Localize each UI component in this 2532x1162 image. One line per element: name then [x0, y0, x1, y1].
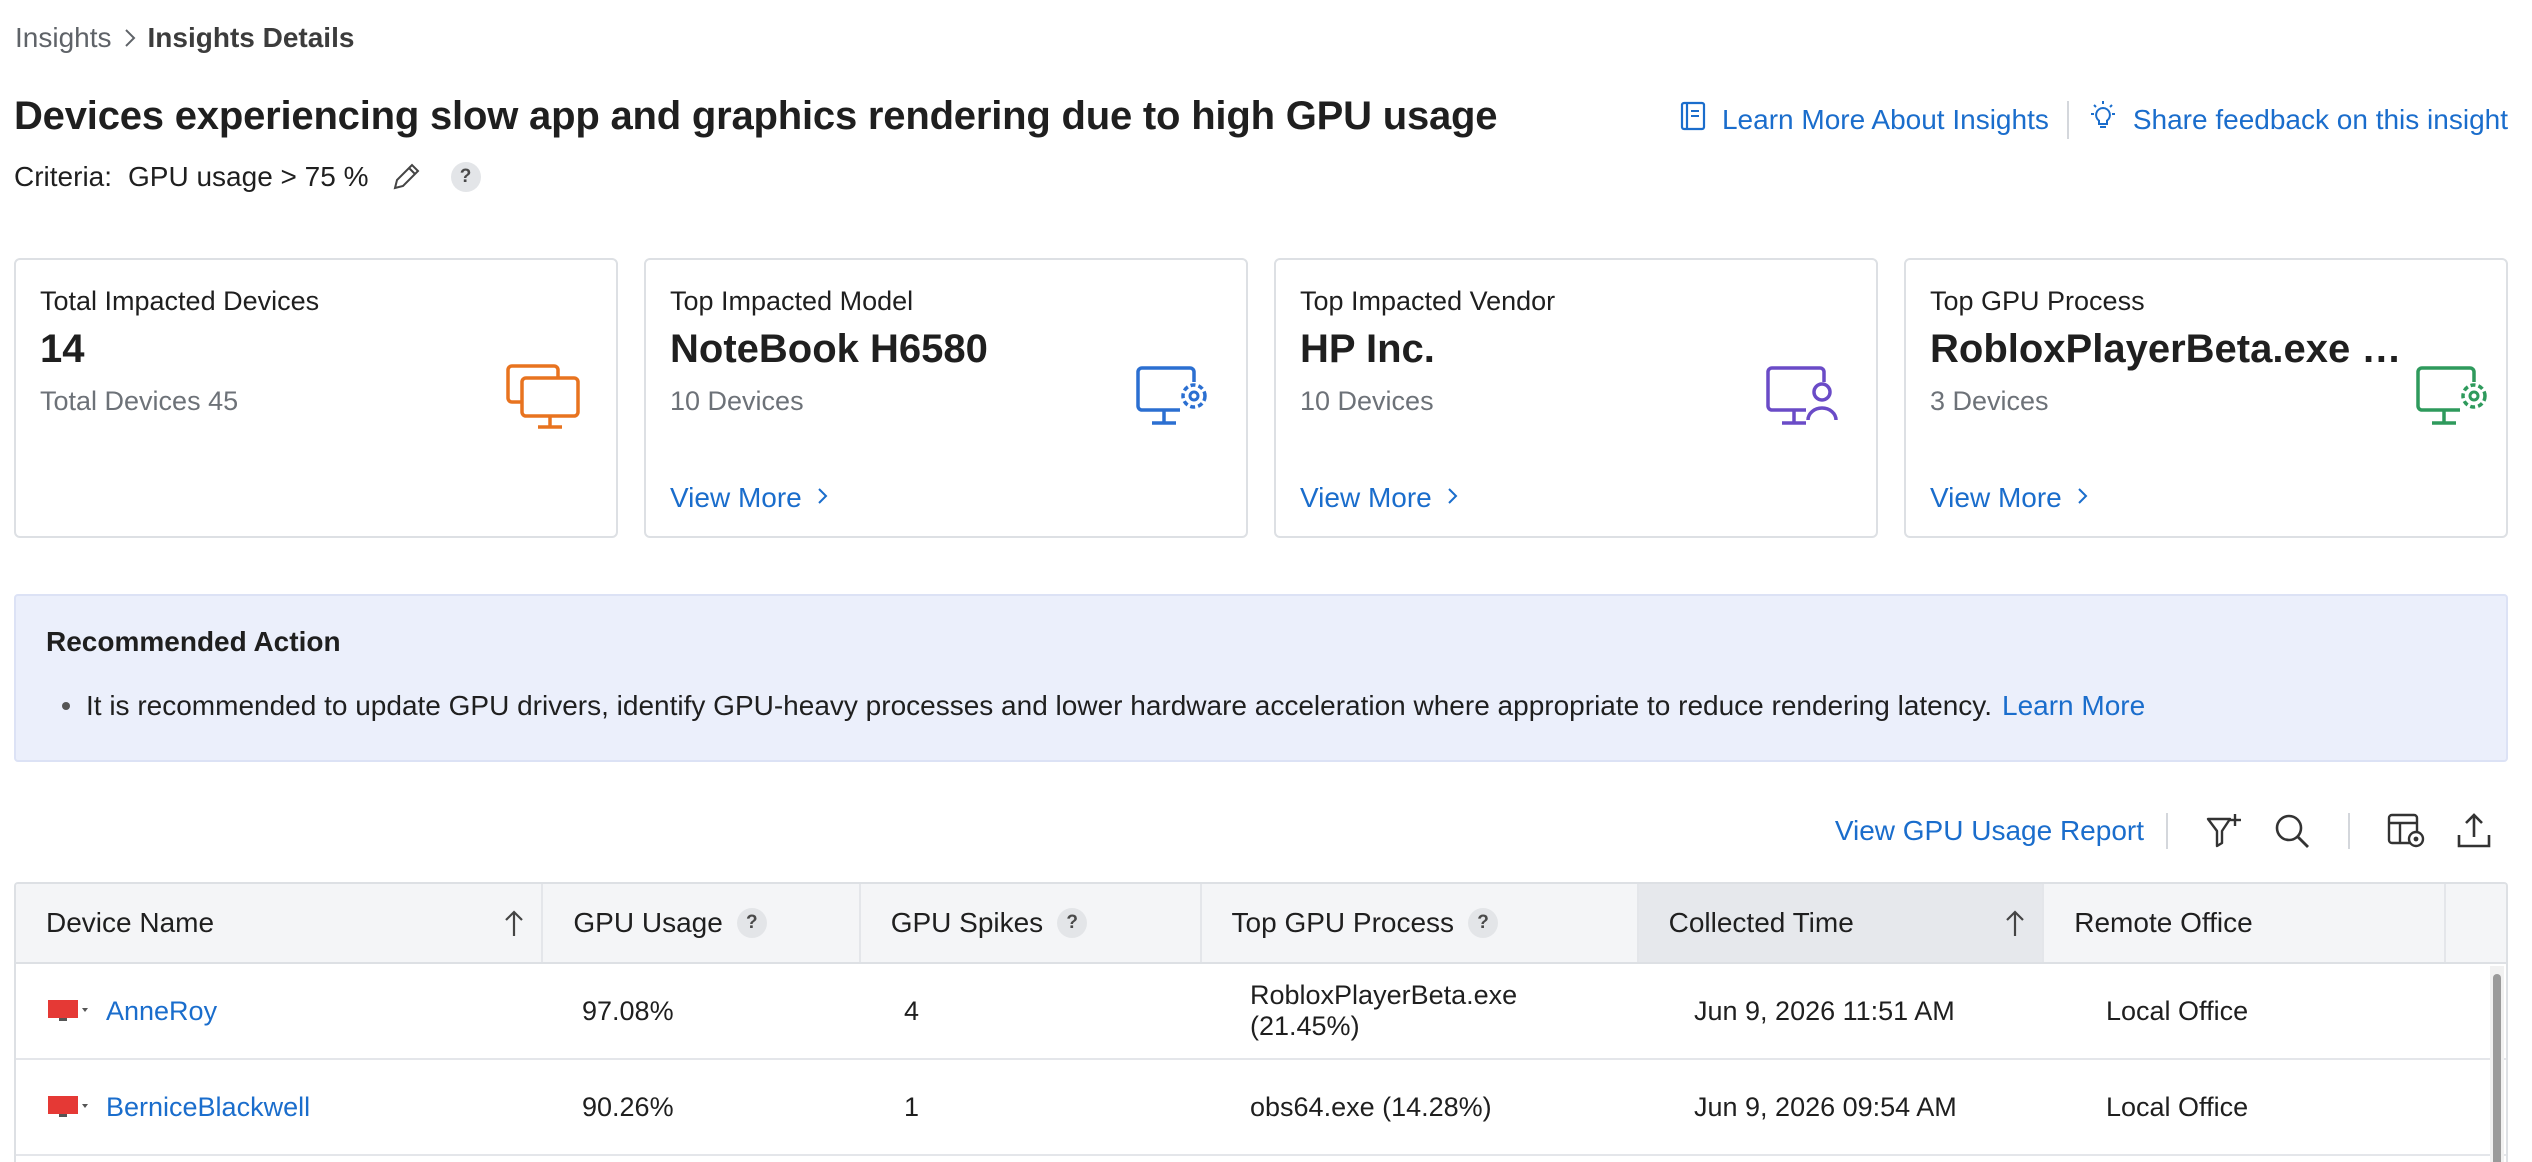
learn-more-insights-link[interactable]: Learn More About Insights — [1678, 100, 2049, 139]
cell-gpu-usage: 97.08% — [582, 995, 674, 1026]
card-top-gpu-process: Top GPU Process RobloxPlayerBeta.exe 25.… — [1904, 258, 2508, 538]
cell-gpu-spikes: 1 — [904, 1091, 920, 1122]
criteria-value: GPU usage > 75 % — [128, 161, 369, 192]
device-name-link[interactable]: BerniceBlackwell — [106, 1092, 310, 1123]
header-links: Learn More About Insights Share feedback… — [1678, 100, 2508, 139]
view-more-label: View More — [1930, 482, 2062, 513]
monitor-gear-icon — [2416, 362, 2492, 437]
recommended-action-panel: Recommended Action It is recommended to … — [14, 594, 2508, 762]
help-icon[interactable]: ? — [450, 162, 481, 192]
column-header-gpu-usage[interactable]: GPU Usage ? — [543, 884, 861, 962]
divider — [2066, 100, 2069, 139]
cell-remote-office: Local Office — [2106, 1091, 2249, 1122]
device-name-link[interactable]: AnneRoy — [106, 996, 217, 1027]
column-label: GPU Spikes — [890, 907, 1044, 938]
breadcrumb: Insights Insights Details — [15, 18, 354, 58]
table-row[interactable]: BerniceBlackwell 90.26% 1 obs64.exe (14.… — [16, 1060, 2506, 1156]
view-more-vendor-link[interactable]: View More — [1300, 482, 1460, 514]
view-more-label: View More — [1300, 482, 1432, 513]
computer-status-icon[interactable] — [46, 998, 90, 1024]
column-header-spacer — [2446, 884, 2506, 962]
devices-table: Device Name GPU Usage ? GPU Spikes ? Top… — [14, 882, 2508, 1162]
pencil-icon[interactable] — [389, 160, 423, 194]
criteria: Criteria: GPU usage > 75 % ? — [14, 160, 481, 194]
chevron-right-icon — [1446, 482, 1460, 514]
cell-collected-time: Jun 9, 2026 09:54 AM — [1694, 1091, 1957, 1122]
chevron-right-icon — [816, 482, 830, 514]
bullet — [62, 702, 70, 710]
breadcrumb-insights-link[interactable]: Insights — [15, 22, 112, 54]
learn-more-insights-label: Learn More About Insights — [1721, 103, 2049, 135]
book-icon — [1678, 100, 1708, 139]
card-value: HP Inc. — [1300, 327, 1435, 371]
recommended-action-title: Recommended Action — [46, 626, 341, 657]
column-label: GPU Usage — [573, 907, 723, 938]
card-label: Top Impacted Model — [670, 286, 914, 316]
monitor-gear-icon — [1136, 362, 1212, 437]
computer-status-icon[interactable] — [46, 1094, 90, 1120]
view-more-model-link[interactable]: View More — [670, 482, 830, 514]
cell-remote-office: Local Office — [2106, 995, 2249, 1026]
cell-collected-time: Jun 9, 2026 11:51 AM — [1694, 995, 1955, 1026]
export-icon[interactable] — [2452, 809, 2496, 853]
monitor-user-icon — [1766, 362, 1842, 437]
column-label: Remote Office — [2074, 907, 2253, 938]
chevron-right-icon — [2076, 482, 2090, 514]
table-header: Device Name GPU Usage ? GPU Spikes ? Top… — [16, 884, 2506, 964]
card-value: RobloxPlayerBeta.exe 25.08% — [1930, 327, 2420, 371]
card-top-impacted-model: Top Impacted Model NoteBook H6580 10 Dev… — [644, 258, 1248, 538]
add-filter-icon[interactable] — [2202, 809, 2246, 853]
card-total-impacted-devices: Total Impacted Devices 14 Total Devices … — [14, 258, 618, 538]
share-feedback-link[interactable]: Share feedback on this insight — [2087, 100, 2508, 139]
column-settings-icon[interactable] — [2384, 809, 2428, 853]
card-sub: 3 Devices — [1930, 386, 2049, 416]
chevron-right-icon — [122, 27, 138, 49]
view-more-process-link[interactable]: View More — [1930, 482, 2090, 514]
scrollbar-thumb[interactable] — [2493, 974, 2501, 1162]
page-title: Devices experiencing slow app and graphi… — [14, 94, 1498, 138]
help-icon[interactable]: ? — [1468, 908, 1499, 938]
table-scrollbar[interactable] — [2490, 966, 2504, 1162]
view-more-label: View More — [670, 482, 802, 513]
card-value: NoteBook H6580 — [670, 327, 988, 371]
cell-gpu-spikes: 4 — [904, 995, 920, 1026]
column-label: Device Name — [46, 907, 215, 938]
help-icon[interactable]: ? — [1057, 908, 1088, 938]
cell-gpu-usage: 90.26% — [582, 1091, 674, 1122]
share-feedback-label: Share feedback on this insight — [2132, 103, 2508, 135]
card-label: Top GPU Process — [1930, 286, 2145, 316]
monitors-icon — [506, 362, 582, 437]
lightbulb-icon — [2087, 100, 2119, 139]
divider — [2166, 813, 2168, 849]
column-header-top-gpu-process[interactable]: Top GPU Process ? — [1202, 884, 1639, 962]
view-gpu-usage-report-link[interactable]: View GPU Usage Report — [1835, 815, 2144, 847]
sort-arrow-up-icon[interactable] — [501, 908, 527, 938]
column-header-remote-office[interactable]: Remote Office — [2044, 884, 2446, 962]
cell-top-gpu-process: obs64.exe (14.28%) — [1250, 1091, 1492, 1122]
cell-top-gpu-process: RobloxPlayerBeta.exe (21.45%) — [1250, 980, 1518, 1041]
cell-device-name: BerniceBlackwell — [16, 1060, 552, 1154]
recommendation-text: It is recommended to update GPU drivers,… — [86, 690, 1993, 721]
column-header-device-name[interactable]: Device Name — [16, 884, 544, 962]
column-label: Top GPU Process — [1231, 907, 1455, 938]
card-top-impacted-vendor: Top Impacted Vendor HP Inc. 10 Devices V… — [1274, 258, 1878, 538]
table-row[interactable]: AnneRoy 97.08% 4 RobloxPlayerBeta.exe (2… — [16, 964, 2506, 1060]
card-label: Top Impacted Vendor — [1300, 286, 1556, 316]
recommendation-item: It is recommended to update GPU drivers,… — [46, 690, 2476, 722]
column-header-collected-time[interactable]: Collected Time — [1638, 884, 2045, 962]
sort-arrow-up-icon[interactable] — [2002, 908, 2028, 938]
help-icon[interactable]: ? — [736, 908, 767, 938]
criteria-label: Criteria: — [14, 161, 113, 192]
column-header-gpu-spikes[interactable]: GPU Spikes ? — [861, 884, 1202, 962]
breadcrumb-current: Insights Details — [147, 22, 355, 53]
card-label: Total Impacted Devices — [40, 286, 320, 316]
divider — [2348, 813, 2350, 849]
column-label: Collected Time — [1668, 907, 1854, 938]
cell-device-name: AnneRoy — [16, 964, 552, 1058]
card-value: 14 — [40, 327, 85, 371]
recommendation-learn-more-link[interactable]: Learn More — [2002, 690, 2145, 722]
search-icon[interactable] — [2270, 809, 2314, 853]
table-toolbar: View GPU Usage Report — [1835, 806, 2508, 856]
summary-cards: Total Impacted Devices 14 Total Devices … — [14, 258, 2508, 538]
